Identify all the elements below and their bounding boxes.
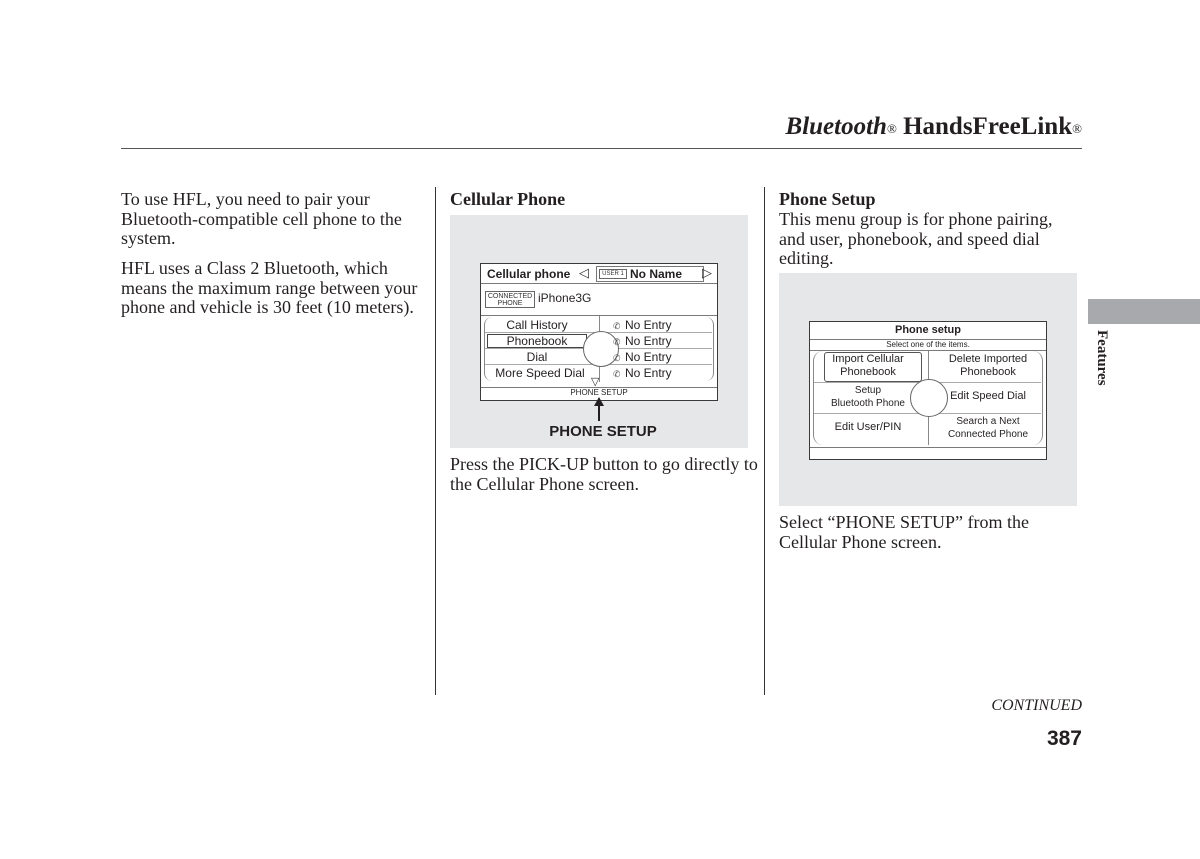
item-line: Delete Imported (948, 353, 1028, 365)
cellular-phone-figure: Cellular phone ◁ USER 1 No Name ▷ CONNEC… (450, 215, 748, 448)
phone-setup-intro: This menu group is for phone pairing, an… (779, 209, 1053, 268)
connected-phone-badge: CONNECTED PHONE (485, 291, 535, 308)
user-name: No Name (630, 267, 683, 281)
speed-dial-entry[interactable]: ✆ No Entry (613, 318, 672, 332)
speed-dial-label: No Entry (625, 350, 672, 364)
user-badge: USER 1 (599, 269, 627, 279)
speed-dial-2-icon: ✆ (613, 337, 621, 347)
divider (810, 447, 1046, 448)
header-title-italic: Bluetooth (785, 113, 887, 140)
intro-paragraph-1: To use HFL, you need to pair your Blueto… (121, 189, 402, 248)
screen-title: Cellular phone (487, 267, 571, 281)
menu-item-delete-imported-phonebook[interactable]: Delete Imported Phonebook (938, 353, 1038, 379)
menu-item-more-speed-dial[interactable]: More Speed Dial (487, 366, 593, 380)
page-header-title: Bluetooth® HandsFreeLink® (720, 112, 1082, 142)
item-line: Phonebook (960, 366, 1016, 378)
divider (481, 283, 717, 284)
cellular-phone-caption: Press the PICK-UP button to go directly … (450, 454, 758, 494)
item-line: Connected Phone (947, 429, 1029, 440)
phone-setup-screen: Phone setup Select one of the items. Imp… (809, 321, 1047, 460)
phone-setup-footer-button[interactable]: PHONE SETUP (481, 388, 717, 397)
item-line: Phonebook (840, 366, 896, 378)
column-divider (435, 187, 436, 695)
speed-dial-3-icon: ✆ (613, 353, 621, 363)
intro-paragraph-2: HFL uses a Class 2 Bluetooth, which mean… (121, 258, 418, 317)
header-rule (121, 148, 1082, 149)
menu-item-phonebook[interactable]: Phonebook (487, 334, 587, 348)
page-number: 387 (1046, 727, 1082, 750)
section-tab-label: Features (1094, 330, 1110, 386)
continued-label: CONTINUED (991, 697, 1082, 714)
speed-dial-4-icon: ✆ (613, 369, 621, 379)
phone-setup-heading: Phone Setup (779, 189, 876, 209)
menu-item-import-cellular-phonebook[interactable]: Import Cellular Phonebook (818, 353, 918, 379)
previous-user-arrow-icon[interactable]: ◁ (579, 265, 589, 281)
menu-item-search-next-connected-phone[interactable]: Search a Next Connected Phone (936, 415, 1040, 441)
speed-dial-entry[interactable]: ✆ No Entry (613, 366, 672, 380)
connected-phone-name: iPhone3G (538, 291, 592, 305)
screen-title: Phone setup (894, 324, 961, 336)
menu-item-call-history[interactable]: Call History (487, 318, 587, 332)
screen-subtitle: Select one of the items. (886, 340, 970, 349)
column-divider (764, 187, 765, 695)
user-selector[interactable]: USER 1 No Name (596, 266, 704, 282)
header-title-main: HandsFreeLink (896, 113, 1073, 140)
registered-mark: ® (886, 121, 897, 136)
cellular-phone-heading: Cellular Phone (450, 189, 566, 209)
speed-dial-entry[interactable]: ✆ No Entry (613, 334, 672, 348)
cellular-phone-screen: Cellular phone ◁ USER 1 No Name ▷ CONNEC… (480, 263, 718, 401)
speed-dial-1-icon: ✆ (613, 321, 621, 331)
item-line: Search a Next (956, 416, 1020, 427)
item-line: Setup (854, 385, 882, 396)
phone-setup-callout-label: PHONE SETUP (549, 423, 657, 440)
speed-dial-label: No Entry (625, 334, 672, 348)
scroll-down-arrow-icon[interactable]: ▽ (591, 377, 599, 388)
registered-mark: ® (1072, 121, 1082, 136)
item-line: Bluetooth Phone (831, 398, 905, 409)
menu-item-edit-user-pin[interactable]: Edit User/PIN (818, 421, 918, 434)
phone-setup-caption: Select “PHONE SETUP” from the Cellular P… (779, 512, 1029, 552)
phone-setup-figure: Phone setup Select one of the items. Imp… (779, 273, 1077, 506)
speed-dial-label: No Entry (625, 318, 672, 332)
menu-item-edit-speed-dial[interactable]: Edit Speed Dial (938, 390, 1038, 403)
connected-label-line1: CONNECTED (487, 293, 533, 300)
menu-item-setup-bluetooth-phone[interactable]: Setup Bluetooth Phone (818, 384, 918, 410)
item-line: Import Cellular (832, 353, 904, 365)
menu-item-dial[interactable]: Dial (487, 350, 587, 364)
next-user-arrow-icon[interactable]: ▷ (702, 265, 712, 281)
callout-arrow-icon (594, 397, 604, 406)
speed-dial-label: No Entry (625, 366, 672, 380)
speed-dial-entry[interactable]: ✆ No Entry (613, 350, 672, 364)
section-tab (1088, 299, 1200, 324)
connected-label-line2: PHONE (497, 300, 523, 307)
